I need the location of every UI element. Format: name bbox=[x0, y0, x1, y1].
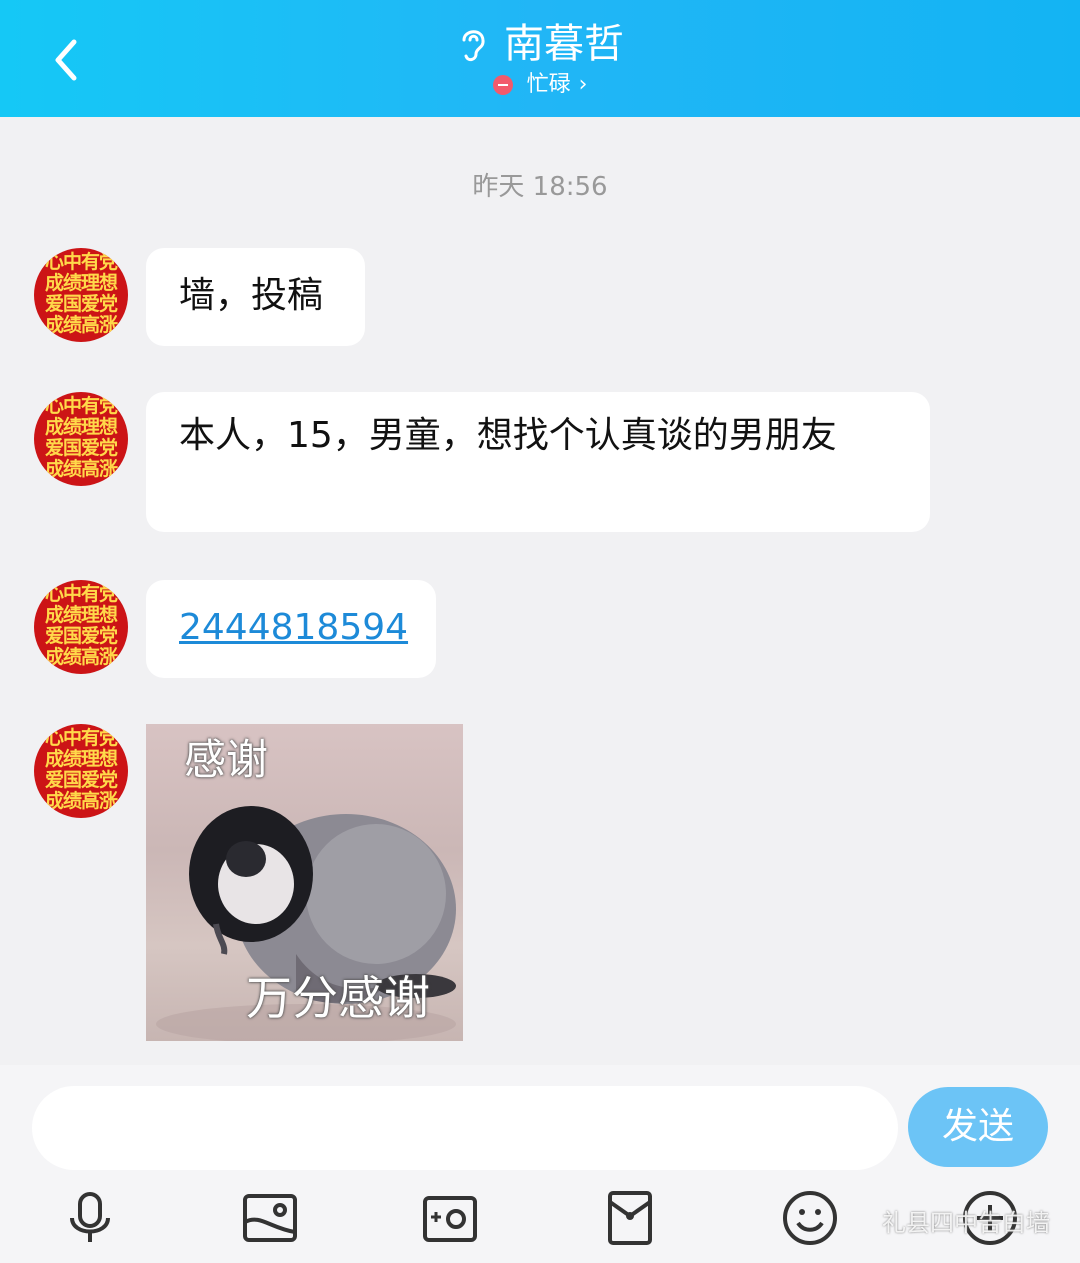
contact-name: 南暮哲 bbox=[504, 21, 624, 67]
avatar-emblem-text: 心中有党 成绩理想 爱国爱党 成绩高涨 bbox=[44, 583, 118, 668]
avatar[interactable]: 心中有党 成绩理想 爱国爱党 成绩高涨 bbox=[34, 248, 128, 342]
message-bubble[interactable]: 墙，投稿 bbox=[146, 248, 365, 346]
message-text: 墙，投稿 bbox=[179, 275, 324, 316]
status-selector[interactable]: 忙碌 › bbox=[492, 70, 588, 100]
ear-icon[interactable] bbox=[456, 24, 490, 64]
avatar[interactable]: 心中有党 成绩理想 爱国爱党 成绩高涨 bbox=[34, 724, 128, 818]
message-input[interactable] bbox=[32, 1086, 898, 1170]
sticker-caption-top: 感谢 bbox=[184, 735, 269, 784]
avatar[interactable]: 心中有党 成绩理想 爱国爱党 成绩高涨 bbox=[34, 580, 128, 674]
qq-number-link[interactable]: 2444818594 bbox=[179, 607, 408, 648]
sticker-caption-bottom: 万分感谢 bbox=[246, 971, 430, 1025]
title-area: 南暮哲 忙碌 › bbox=[0, 18, 1080, 108]
camera-icon[interactable] bbox=[420, 1188, 480, 1248]
red-packet-icon[interactable] bbox=[600, 1188, 660, 1248]
avatar-emblem-text: 心中有党 成绩理想 爱国爱党 成绩高涨 bbox=[44, 727, 118, 812]
status-text: 忙碌 bbox=[526, 72, 571, 97]
avatar-emblem-text: 心中有党 成绩理想 爱国爱党 成绩高涨 bbox=[44, 395, 118, 480]
penguin-sticker[interactable]: 感谢 万分感谢 bbox=[146, 724, 463, 1041]
message-bubble[interactable]: 本人，15，男童，想找个认真谈的男朋友 bbox=[146, 392, 930, 532]
message-text: 本人，15，男童，想找个认真谈的男朋友 bbox=[179, 415, 837, 456]
message-bubble[interactable]: 2444818594 bbox=[146, 580, 436, 678]
image-icon[interactable] bbox=[240, 1188, 300, 1248]
emoji-icon[interactable] bbox=[780, 1188, 840, 1248]
chat-header: 南暮哲 忙碌 › bbox=[0, 0, 1080, 117]
send-button[interactable]: 发送 bbox=[908, 1087, 1048, 1167]
avatar-emblem-text: 心中有党 成绩理想 爱国爱党 成绩高涨 bbox=[44, 251, 118, 336]
microphone-icon[interactable] bbox=[60, 1188, 120, 1248]
avatar[interactable]: 心中有党 成绩理想 爱国爱党 成绩高涨 bbox=[34, 392, 128, 486]
watermark-text: 礼县四中告白墙 bbox=[882, 1209, 1050, 1237]
chevron-right-icon: › bbox=[578, 72, 588, 97]
message-timestamp: 昨天 18:56 bbox=[472, 172, 608, 202]
busy-status-icon bbox=[492, 75, 513, 95]
